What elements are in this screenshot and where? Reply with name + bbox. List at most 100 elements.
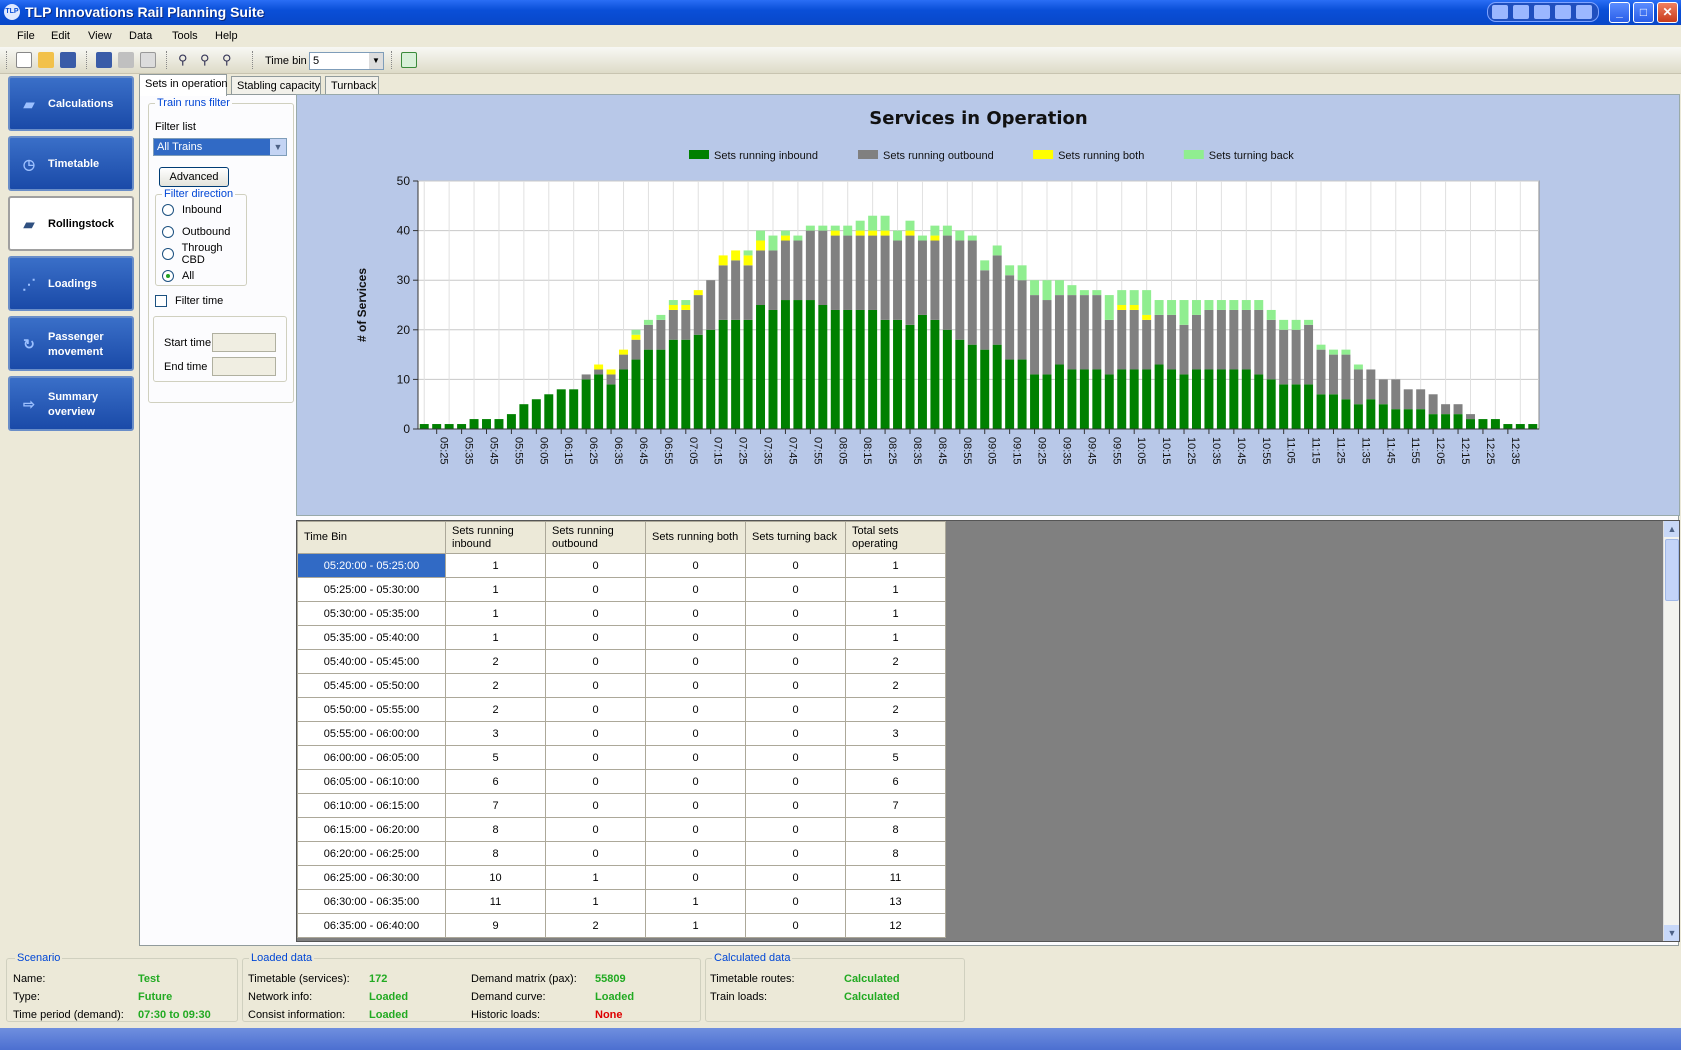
table-row[interactable]: 06:05:00 - 06:10:00 6 0 0 0 6 xyxy=(297,769,946,794)
table-cell[interactable]: 13 xyxy=(845,889,946,914)
table-cell[interactable]: 06:00:00 - 06:05:00 xyxy=(297,745,446,770)
table-cell[interactable]: 0 xyxy=(545,769,646,794)
table-cell[interactable]: 0 xyxy=(745,769,846,794)
table-cell[interactable]: 5 xyxy=(845,745,946,770)
table-cell[interactable]: 11 xyxy=(445,889,546,914)
table-cell[interactable]: 0 xyxy=(545,625,646,650)
nav-summary-overview[interactable]: ⇨ Summary overview xyxy=(8,376,134,431)
table-cell[interactable]: 2 xyxy=(545,913,646,938)
table-cell[interactable]: 2 xyxy=(445,649,546,674)
table-cell[interactable]: 0 xyxy=(545,601,646,626)
tray-icon[interactable] xyxy=(1492,5,1508,19)
table-row[interactable]: 06:10:00 - 06:15:00 7 0 0 0 7 xyxy=(297,793,946,818)
nav-rollingstock[interactable]: ▰ Rollingstock xyxy=(8,196,134,251)
table-cell[interactable]: 7 xyxy=(445,793,546,818)
column-header[interactable]: Sets running both xyxy=(645,521,746,554)
table-cell[interactable]: 8 xyxy=(445,817,546,842)
table-row[interactable]: 05:30:00 - 05:35:00 1 0 0 0 1 xyxy=(297,601,946,626)
table-cell[interactable]: 2 xyxy=(845,697,946,722)
table-cell[interactable]: 05:40:00 - 05:45:00 xyxy=(297,649,446,674)
table-cell[interactable]: 06:10:00 - 06:15:00 xyxy=(297,793,446,818)
tab-sets-in-operation[interactable]: Sets in operation xyxy=(139,74,228,96)
table-cell[interactable]: 0 xyxy=(745,649,846,674)
end-time-input[interactable] xyxy=(212,357,276,376)
table-cell[interactable]: 8 xyxy=(845,817,946,842)
table-cell[interactable]: 8 xyxy=(445,841,546,866)
table-cell[interactable]: 0 xyxy=(745,817,846,842)
table-cell[interactable]: 0 xyxy=(645,769,746,794)
table-cell[interactable]: 0 xyxy=(745,889,846,914)
table-cell[interactable]: 0 xyxy=(645,841,746,866)
table-cell[interactable]: 10 xyxy=(445,865,546,890)
table-row[interactable]: 06:00:00 - 06:05:00 5 0 0 0 5 xyxy=(297,745,946,770)
table-cell[interactable]: 0 xyxy=(745,601,846,626)
column-header[interactable]: Sets running inbound xyxy=(445,521,546,554)
table-cell[interactable]: 0 xyxy=(545,841,646,866)
table-cell[interactable]: 0 xyxy=(645,649,746,674)
table-cell[interactable]: 05:50:00 - 05:55:00 xyxy=(297,697,446,722)
table-cell[interactable]: 1 xyxy=(645,913,746,938)
table-cell[interactable]: 0 xyxy=(745,673,846,698)
table-cell[interactable]: 2 xyxy=(445,673,546,698)
tray-icon[interactable] xyxy=(1534,5,1550,19)
checkbox[interactable] xyxy=(155,295,167,307)
table-row[interactable]: 06:30:00 - 06:35:00 11 1 1 0 13 xyxy=(297,889,946,914)
zoom-icon[interactable]: ⚲ xyxy=(178,52,194,68)
scroll-down-icon[interactable]: ▼ xyxy=(1664,925,1679,941)
tray-icon[interactable] xyxy=(1513,5,1529,19)
maximize-button[interactable]: □ xyxy=(1633,2,1654,23)
table-cell[interactable]: 5 xyxy=(445,745,546,770)
vertical-scrollbar[interactable]: ▲ ▼ xyxy=(1663,521,1679,941)
table-cell[interactable]: 1 xyxy=(845,601,946,626)
table-cell[interactable]: 0 xyxy=(545,793,646,818)
table-cell[interactable]: 06:30:00 - 06:35:00 xyxy=(297,889,446,914)
table-cell[interactable]: 1 xyxy=(445,553,546,578)
table-cell[interactable]: 06:05:00 - 06:10:00 xyxy=(297,769,446,794)
table-cell[interactable]: 0 xyxy=(645,697,746,722)
table-cell[interactable]: 0 xyxy=(545,745,646,770)
table-cell[interactable]: 0 xyxy=(745,697,846,722)
zoom-out-icon[interactable]: ⚲ xyxy=(222,52,238,68)
table-row[interactable]: 06:20:00 - 06:25:00 8 0 0 0 8 xyxy=(297,841,946,866)
table-cell[interactable]: 06:15:00 - 06:20:00 xyxy=(297,817,446,842)
table-row[interactable]: 05:45:00 - 05:50:00 2 0 0 0 2 xyxy=(297,673,946,698)
table-cell[interactable]: 2 xyxy=(445,697,546,722)
table-cell[interactable]: 1 xyxy=(445,601,546,626)
menu-edit[interactable]: Edit xyxy=(51,30,70,42)
filter-time-checkbox[interactable]: Filter time xyxy=(155,295,223,307)
scroll-up-icon[interactable]: ▲ xyxy=(1664,521,1679,537)
table-row[interactable]: 06:35:00 - 06:40:00 9 2 1 0 12 xyxy=(297,913,946,938)
table-row[interactable]: 06:15:00 - 06:20:00 8 0 0 0 8 xyxy=(297,817,946,842)
table-cell[interactable]: 7 xyxy=(845,793,946,818)
table-cell[interactable]: 0 xyxy=(545,649,646,674)
table-row[interactable]: 05:55:00 - 06:00:00 3 0 0 0 3 xyxy=(297,721,946,746)
radio-inbound[interactable]: Inbound xyxy=(162,203,222,217)
table-cell[interactable]: 05:45:00 - 05:50:00 xyxy=(297,673,446,698)
nav-timetable[interactable]: ◷ Timetable xyxy=(8,136,134,191)
filter-list-select[interactable]: All Trains ▼ xyxy=(153,138,287,156)
table-cell[interactable]: 2 xyxy=(845,649,946,674)
save-icon[interactable] xyxy=(60,52,76,68)
table-cell[interactable]: 1 xyxy=(845,553,946,578)
table-cell[interactable]: 0 xyxy=(745,913,846,938)
radio-circle[interactable] xyxy=(162,204,174,216)
table-cell[interactable]: 05:55:00 - 06:00:00 xyxy=(297,721,446,746)
table-row[interactable]: 05:20:00 - 05:25:00 1 0 0 0 1 xyxy=(297,553,946,578)
table-cell[interactable]: 11 xyxy=(845,865,946,890)
menu-file[interactable]: File xyxy=(17,30,35,42)
table-cell[interactable]: 0 xyxy=(645,721,746,746)
menu-data[interactable]: Data xyxy=(129,30,152,42)
table-row[interactable]: 05:50:00 - 05:55:00 2 0 0 0 2 xyxy=(297,697,946,722)
table-cell[interactable]: 0 xyxy=(545,673,646,698)
table-cell[interactable]: 1 xyxy=(845,625,946,650)
table-cell[interactable]: 6 xyxy=(445,769,546,794)
table-cell[interactable]: 05:25:00 - 05:30:00 xyxy=(297,577,446,602)
table-cell[interactable]: 0 xyxy=(745,745,846,770)
print-icon[interactable] xyxy=(118,52,134,68)
menu-help[interactable]: Help xyxy=(215,30,238,42)
table-cell[interactable]: 0 xyxy=(545,721,646,746)
column-header[interactable]: Sets turning back xyxy=(745,521,846,554)
table-cell[interactable]: 0 xyxy=(645,817,746,842)
new-file-icon[interactable] xyxy=(16,52,32,68)
table-cell[interactable]: 06:25:00 - 06:30:00 xyxy=(297,865,446,890)
